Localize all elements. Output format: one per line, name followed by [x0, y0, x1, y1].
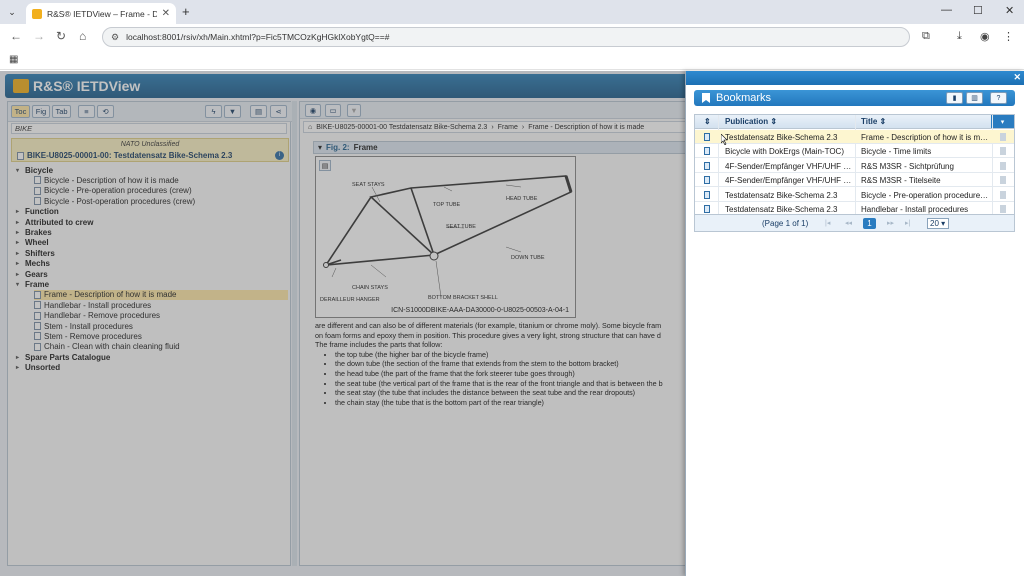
extensions-icon[interactable]: ⧉	[922, 30, 930, 43]
mouse-cursor-icon	[721, 134, 728, 145]
document-icon	[704, 176, 710, 185]
bookmark-row[interactable]: Testdatensatz Bike-Schema 2.3 Frame - Des…	[695, 130, 1014, 144]
next-page-icon[interactable]: ▸▸	[887, 219, 894, 227]
reload-icon[interactable]: ↻	[56, 29, 66, 43]
delete-bookmarks-button[interactable]: ▥	[966, 92, 983, 104]
current-page-button[interactable]: 1	[863, 218, 876, 229]
first-page-icon[interactable]: |◂	[825, 219, 830, 227]
home-icon[interactable]: ⌂	[79, 29, 86, 43]
bookmarks-title: Bookmarks	[716, 92, 772, 104]
bookmarks-panel: ✕ Bookmarks ▮ ▥ ? ⇕ Publication ⇕ Title …	[685, 71, 1024, 576]
menu-icon[interactable]: ⋮	[1003, 30, 1014, 43]
site-info-icon[interactable]: ⚙	[111, 32, 119, 43]
back-icon[interactable]: ←	[10, 29, 22, 43]
address-bar[interactable]: ⚙ localhost:8001/rsiv/xh/Main.xhtml?p=Fi…	[102, 27, 910, 47]
delete-bookmark-icon[interactable]	[1000, 133, 1006, 141]
bookmark-title[interactable]: Frame - Description of how it is made	[861, 133, 989, 142]
bookmark-title[interactable]: R&S M3SR - Titelseite	[861, 176, 989, 185]
close-panel-icon[interactable]: ✕	[1013, 72, 1021, 83]
new-tab-icon[interactable]: +	[182, 4, 190, 19]
browser-tab[interactable]: R&S® IETDView – Frame - Desc ✕	[26, 3, 176, 24]
bookmarks-panel-bar: ✕	[686, 71, 1024, 85]
document-icon	[704, 147, 710, 156]
column-menu-icon[interactable]: ▾	[991, 115, 1014, 128]
bookmark-publication[interactable]: Testdatensatz Bike-Schema 2.3	[725, 205, 853, 214]
column-publication[interactable]: Publication ⇕	[725, 117, 777, 126]
delete-bookmark-icon[interactable]	[1000, 205, 1006, 213]
bookmark-icon	[702, 93, 710, 103]
apps-icon[interactable]: ▦	[9, 54, 18, 65]
document-icon	[704, 190, 710, 199]
browser-tabstrip: ⌄ R&S® IETDView – Frame - Desc ✕ + — ☐ ✕	[0, 0, 1024, 24]
sort-icon[interactable]: ⇕	[704, 117, 711, 126]
add-bookmark-button[interactable]: ▮	[946, 92, 963, 104]
browser-toolbar: ← → ↻ ⌂ ⚙ localhost:8001/rsiv/xh/Main.xh…	[0, 24, 1024, 50]
bookmark-publication[interactable]: Testdatensatz Bike-Schema 2.3	[725, 191, 853, 200]
bookmark-row[interactable]: Testdatensatz Bike-Schema 2.3 Bicycle - P…	[695, 188, 1014, 202]
close-tab-icon[interactable]: ✕	[162, 8, 170, 19]
bookmark-title[interactable]: Bicycle - Pre-operation procedures (crew…	[861, 191, 989, 200]
bookmark-title[interactable]: Handlebar - Install procedures	[861, 205, 989, 214]
bookmark-publication[interactable]: 4F-Sender/Empfänger VHF/UHF R&S M3SR	[725, 162, 853, 171]
document-icon	[704, 161, 710, 170]
page-size-select[interactable]: 20 ▾	[927, 218, 949, 229]
bookmarks-bar: ▦	[0, 50, 1024, 70]
forward-icon[interactable]: →	[33, 29, 45, 43]
bookmark-publication[interactable]: Testdatensatz Bike-Schema 2.3	[725, 133, 853, 142]
bookmarks-header: Bookmarks ▮ ▥ ?	[694, 90, 1015, 106]
download-icon[interactable]: ⤓	[957, 30, 962, 43]
address-url: localhost:8001/rsiv/xh/Main.xhtml?p=Fic5…	[126, 32, 390, 42]
bookmark-row[interactable]: 4F-Sender/Empfänger VHF/UHF R&S M3SR R&S …	[695, 159, 1014, 173]
document-icon	[704, 205, 710, 213]
bookmark-title[interactable]: Bicycle - Time limits	[861, 147, 989, 156]
pager: (Page 1 of 1) |◂ ◂◂ 1 ▸▸ ▸| 20 ▾	[695, 214, 1014, 231]
page-info: (Page 1 of 1)	[762, 219, 809, 228]
document-icon	[704, 133, 710, 141]
bookmark-publication[interactable]: Bicycle with DokErgs (Main-TOC)	[725, 147, 853, 156]
minimize-icon[interactable]: —	[941, 4, 952, 16]
bookmark-row[interactable]: 4F-Sender/Empfänger VHF/UHF R&S M3SR R&S …	[695, 173, 1014, 188]
tab-search-icon[interactable]: ⌄	[5, 5, 19, 19]
last-page-icon[interactable]: ▸|	[905, 219, 910, 227]
bookmark-title[interactable]: R&S M3SR - Sichtprüfung	[861, 162, 989, 171]
bookmark-row[interactable]: Bicycle with DokErgs (Main-TOC) Bicycle -…	[695, 144, 1014, 159]
help-button[interactable]: ?	[990, 92, 1007, 104]
delete-bookmark-icon[interactable]	[1000, 147, 1006, 156]
favicon-icon	[32, 8, 42, 19]
browser-tab-title: R&S® IETDView – Frame - Desc	[47, 8, 157, 19]
bookmarks-table: ⇕ Publication ⇕ Title ⇕ ▾ Testdatensatz …	[694, 114, 1015, 232]
maximize-icon[interactable]: ☐	[973, 4, 983, 17]
delete-bookmark-icon[interactable]	[1000, 190, 1006, 199]
prev-page-icon[interactable]: ◂◂	[845, 219, 852, 227]
modal-overlay[interactable]	[0, 71, 685, 576]
column-title[interactable]: Title ⇕	[861, 117, 886, 126]
profile-icon[interactable]: ◉	[980, 30, 990, 43]
close-window-icon[interactable]: ✕	[1005, 4, 1014, 17]
delete-bookmark-icon[interactable]	[1000, 176, 1006, 185]
delete-bookmark-icon[interactable]	[1000, 161, 1006, 170]
bookmark-publication[interactable]: 4F-Sender/Empfänger VHF/UHF R&S M3SR	[725, 176, 853, 185]
